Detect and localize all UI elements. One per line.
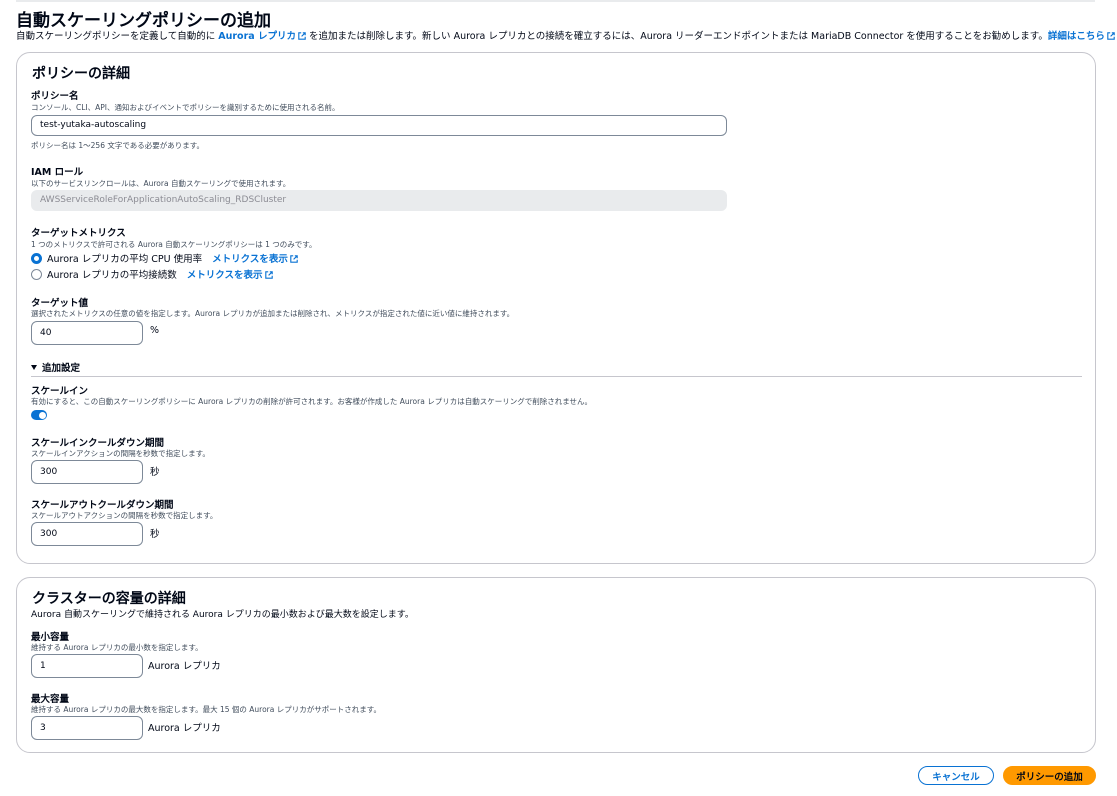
additional-settings-divider	[31, 376, 1082, 377]
min-capacity-label: 最小容量	[31, 632, 70, 643]
additional-settings-label: 追加設定	[42, 363, 81, 374]
radio-unchecked-icon[interactable]	[31, 268, 42, 280]
external-link-icon	[1107, 32, 1115, 40]
target-value-label: ターゲット値	[31, 298, 89, 309]
max-capacity-unit: Aurora レプリカ	[148, 723, 221, 734]
view-metrics-link-label: メトリクスを表示	[186, 270, 263, 281]
target-metric-label: ターゲットメトリクス	[31, 228, 126, 239]
iam-role-label: IAM ロール	[31, 167, 84, 178]
metric-option-connections-label: Aurora レプリカの平均接続数	[47, 270, 177, 281]
scale-in-cooldown-hint: スケールインアクションの間隔を秒数で指定します。	[31, 449, 210, 458]
scale-in-cooldown-unit: 秒	[150, 467, 160, 478]
scale-out-cooldown-label: スケールアウトクールダウン期間	[31, 500, 174, 511]
iam-role-hint: 以下のサービスリンクロールは、Aurora 自動スケーリングで使用されます。	[31, 179, 291, 188]
scale-in-toggle[interactable]	[31, 410, 47, 420]
scale-out-cooldown-unit: 秒	[150, 529, 160, 540]
view-metrics-link-connections[interactable]: メトリクスを表示	[187, 267, 273, 281]
toggle-knob	[38, 411, 46, 419]
scale-out-cooldown-hint: スケールアウトアクションの間隔を秒数で指定します。	[31, 511, 218, 520]
cluster-capacity-description: Aurora 自動スケーリングで維持される Aurora レプリカの最小数および…	[31, 610, 414, 620]
policy-name-label: ポリシー名	[31, 91, 79, 102]
policy-details-heading: ポリシーの詳細	[32, 66, 130, 82]
cancel-button[interactable]: キャンセル	[918, 766, 994, 785]
page-description-text-2: を追加または削除します。新しい Aurora レプリカとの接続を確立するには、A…	[305, 31, 1048, 42]
policy-name-hint: コンソール、CLI、API、通知およびイベントでポリシーを識別するために使用され…	[31, 103, 340, 112]
cluster-capacity-panel: クラスターの容量の詳細 Aurora 自動スケーリングで維持される Aurora…	[16, 577, 1096, 753]
view-metrics-link-label: メトリクスを表示	[212, 254, 288, 265]
view-metrics-link-cpu[interactable]: メトリクスを表示	[212, 251, 298, 265]
additional-settings-toggle[interactable]: 追加設定	[31, 360, 80, 374]
learn-more-link[interactable]: 詳細はこちら	[1048, 31, 1115, 42]
policy-name-constraint: ポリシー名は 1〜256 文字である必要があります。	[31, 141, 205, 150]
scale-in-label: スケールイン	[31, 386, 89, 397]
aurora-replica-link[interactable]: Aurora レプリカ	[218, 31, 306, 42]
max-capacity-label: 最大容量	[31, 694, 70, 705]
scale-in-cooldown-input[interactable]: 300	[31, 460, 143, 484]
page-description-text-1: 自動スケーリングポリシーを定義して自動的に	[16, 31, 219, 42]
top-divider	[16, 0, 1095, 2]
target-value-unit: %	[150, 325, 160, 336]
caret-down-icon	[31, 364, 37, 370]
min-capacity-unit: Aurora レプリカ	[148, 661, 221, 672]
target-value-input[interactable]: 40	[31, 321, 143, 345]
max-capacity-input[interactable]: 3	[31, 716, 143, 740]
learn-more-link-label: 詳細はこちら	[1047, 31, 1105, 42]
page-description: 自動スケーリングポリシーを定義して自動的に Aurora レプリカ を追加または…	[16, 28, 1115, 42]
external-link-icon	[290, 255, 298, 263]
external-link-icon	[264, 271, 273, 279]
max-capacity-hint: 維持する Aurora レプリカの最大数を指定します。最大 15 個の Auro…	[31, 705, 381, 714]
add-policy-button[interactable]: ポリシーの追加	[1003, 766, 1096, 785]
metric-option-connections[interactable]: Aurora レプリカの平均接続数 メトリクスを表示	[31, 267, 273, 281]
min-capacity-input[interactable]: 1	[31, 654, 143, 678]
min-capacity-hint: 維持する Aurora レプリカの最小数を指定します。	[31, 643, 203, 652]
metric-option-cpu-label: Aurora レプリカの平均 CPU 使用率	[47, 254, 203, 265]
radio-checked-icon[interactable]	[31, 252, 42, 264]
metric-option-cpu[interactable]: Aurora レプリカの平均 CPU 使用率 メトリクスを表示	[31, 251, 298, 265]
policy-details-panel: ポリシーの詳細 ポリシー名 コンソール、CLI、API、通知およびイベントでポリ…	[16, 52, 1096, 564]
policy-name-input[interactable]: test-yutaka-autoscaling	[31, 115, 727, 136]
scale-in-cooldown-label: スケールインクールダウン期間	[31, 438, 165, 449]
scale-out-cooldown-input[interactable]: 300	[31, 522, 143, 546]
target-metric-hint: 1 つのメトリクスで許可される Aurora 自動スケーリングポリシーは 1 つ…	[31, 240, 317, 249]
scale-in-hint: 有効にすると、この自動スケーリングポリシーに Aurora レプリカの削除が許可…	[31, 397, 592, 406]
external-link-icon	[298, 32, 306, 40]
iam-role-input: AWSServiceRoleForApplicationAutoScaling_…	[31, 190, 727, 211]
cluster-capacity-heading: クラスターの容量の詳細	[32, 591, 186, 607]
aurora-replica-link-label: Aurora レプリカ	[218, 31, 296, 42]
target-value-hint: 選択されたメトリクスの任意の値を指定します。Aurora レプリカが追加または削…	[31, 309, 515, 318]
